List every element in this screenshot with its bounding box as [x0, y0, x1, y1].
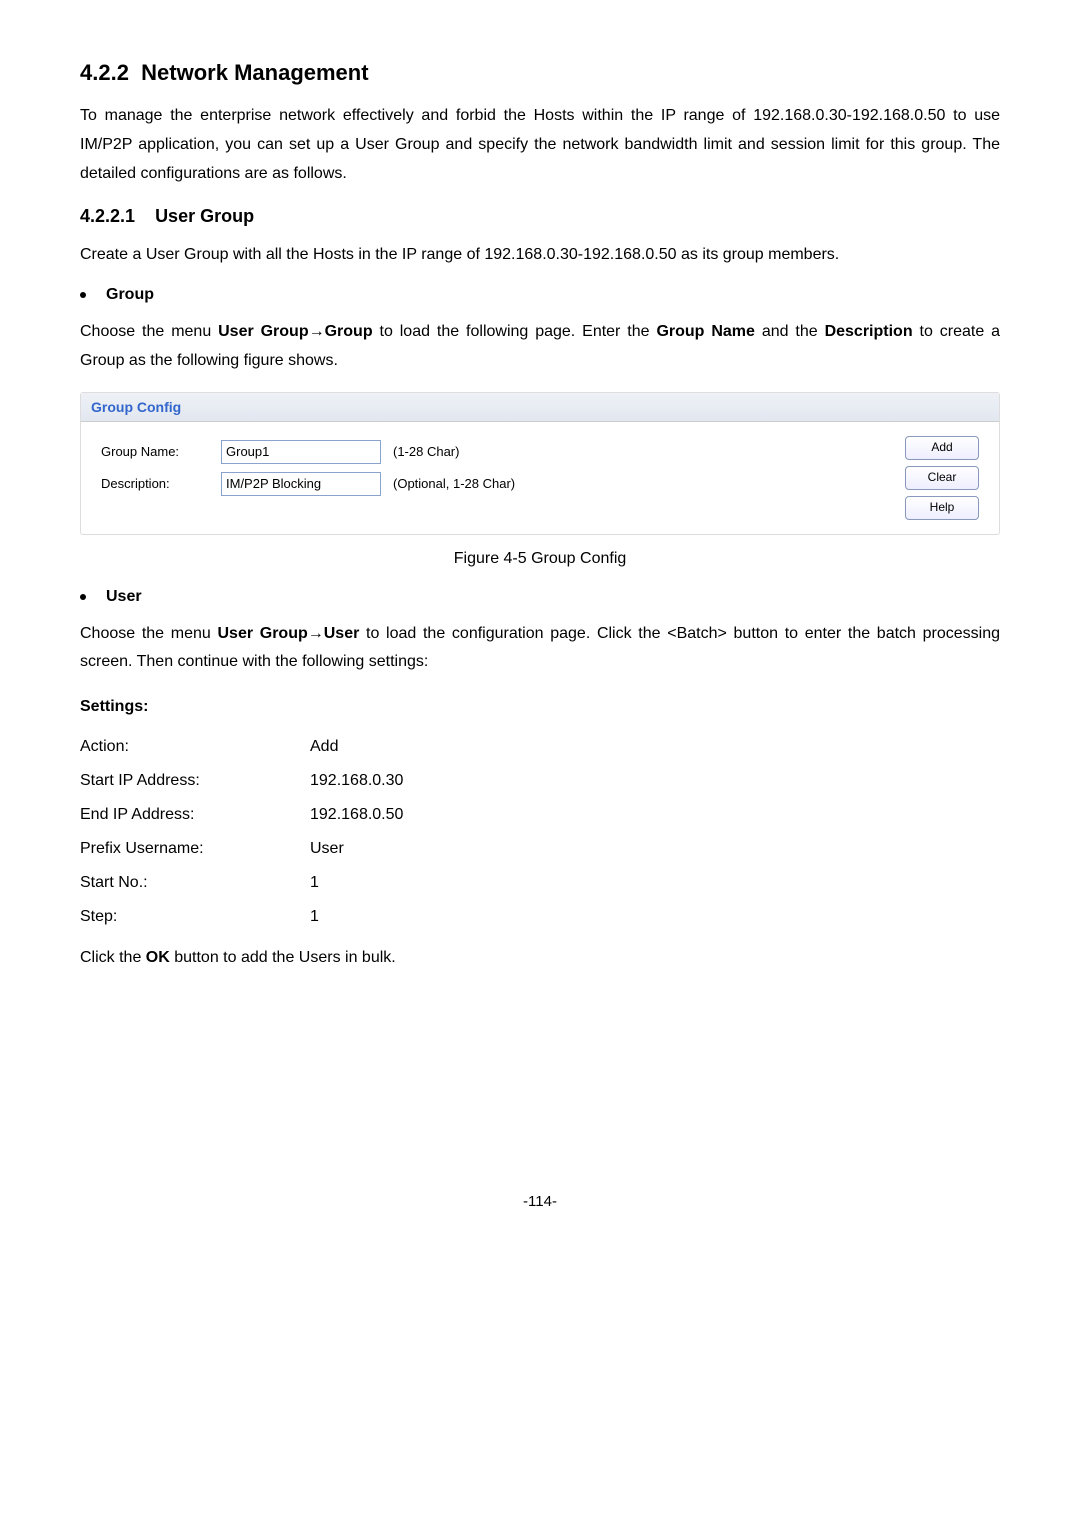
- setting-value: 1: [310, 908, 319, 926]
- description-input[interactable]: [221, 472, 381, 496]
- subsection-text: Create a User Group with all the Hosts i…: [80, 241, 1000, 270]
- setting-label: Action:: [80, 738, 310, 756]
- setting-value: 192.168.0.50: [310, 806, 403, 824]
- description-row: Description: (Optional, 1-28 Char): [101, 472, 889, 496]
- setting-label: Start IP Address:: [80, 772, 310, 790]
- subsection-number: 4.2.2.1: [80, 206, 135, 226]
- bullet-group-label: Group: [106, 286, 154, 304]
- setting-label: Prefix Username:: [80, 840, 310, 858]
- group-name-hint: (1-28 Char): [393, 444, 459, 459]
- panel-header: Group Config: [81, 393, 999, 422]
- setting-value: Add: [310, 738, 338, 756]
- button-column: Add Clear Help: [889, 432, 979, 520]
- description-label: Description:: [101, 476, 221, 491]
- description-hint: (Optional, 1-28 Char): [393, 476, 515, 491]
- bullet-user-label: User: [106, 588, 142, 606]
- text: Click the: [80, 949, 146, 966]
- setting-row: Action:Add: [80, 738, 1000, 756]
- group-name-row: Group Name: (1-28 Char): [101, 440, 889, 464]
- setting-value: 1: [310, 874, 319, 892]
- settings-block: Action:Add Start IP Address:192.168.0.30…: [80, 738, 1000, 926]
- text: and the: [755, 323, 825, 340]
- setting-value: 192.168.0.30: [310, 772, 403, 790]
- bullet-dot-icon: [80, 292, 86, 298]
- setting-value: User: [310, 840, 344, 858]
- group-config-panel: Group Config Group Name: (1-28 Char) Des…: [80, 392, 1000, 535]
- help-button[interactable]: Help: [905, 496, 979, 520]
- figure-caption: Figure 4-5 Group Config: [80, 545, 1000, 574]
- bullet-dot-icon: [80, 594, 86, 600]
- add-button[interactable]: Add: [905, 436, 979, 460]
- setting-row: End IP Address:192.168.0.50: [80, 806, 1000, 824]
- ok-button-ref: OK: [146, 949, 170, 966]
- setting-row: Step:1: [80, 908, 1000, 926]
- user-paragraph: Choose the menu User Group→User to load …: [80, 620, 1000, 678]
- clear-button[interactable]: Clear: [905, 466, 979, 490]
- menu-path: User Group→User: [217, 625, 359, 642]
- group-paragraph: Choose the menu User Group→Group to load…: [80, 318, 1000, 376]
- field-name: Group Name: [656, 323, 754, 340]
- section-title: Network Management: [141, 60, 368, 85]
- text: Choose the menu: [80, 323, 218, 340]
- group-name-label: Group Name:: [101, 444, 221, 459]
- setting-label: End IP Address:: [80, 806, 310, 824]
- field-name: Description: [825, 323, 913, 340]
- settings-header: Settings:: [80, 693, 1000, 722]
- section-heading: 4.2.2 Network Management: [80, 60, 1000, 86]
- page-number: -114-: [80, 1193, 1000, 1210]
- setting-row: Start IP Address:192.168.0.30: [80, 772, 1000, 790]
- text: to load the following page. Enter the: [373, 323, 657, 340]
- setting-row: Prefix Username:User: [80, 840, 1000, 858]
- panel-body: Group Name: (1-28 Char) Description: (Op…: [81, 422, 999, 534]
- form-column: Group Name: (1-28 Char) Description: (Op…: [101, 432, 889, 520]
- setting-label: Start No.:: [80, 874, 310, 892]
- final-paragraph: Click the OK button to add the Users in …: [80, 944, 1000, 973]
- menu-path: User Group→Group: [218, 323, 372, 340]
- intro-paragraph: To manage the enterprise network effecti…: [80, 102, 1000, 188]
- subsection-heading: 4.2.2.1 User Group: [80, 206, 1000, 227]
- subsection-title: User Group: [155, 206, 254, 226]
- bullet-user: User: [80, 588, 1000, 606]
- setting-row: Start No.:1: [80, 874, 1000, 892]
- setting-label: Step:: [80, 908, 310, 926]
- text: Choose the menu: [80, 625, 217, 642]
- text: button to add the Users in bulk.: [170, 949, 396, 966]
- group-name-input[interactable]: [221, 440, 381, 464]
- settings-label: Settings:: [80, 698, 148, 715]
- bullet-group: Group: [80, 286, 1000, 304]
- section-number: 4.2.2: [80, 60, 129, 85]
